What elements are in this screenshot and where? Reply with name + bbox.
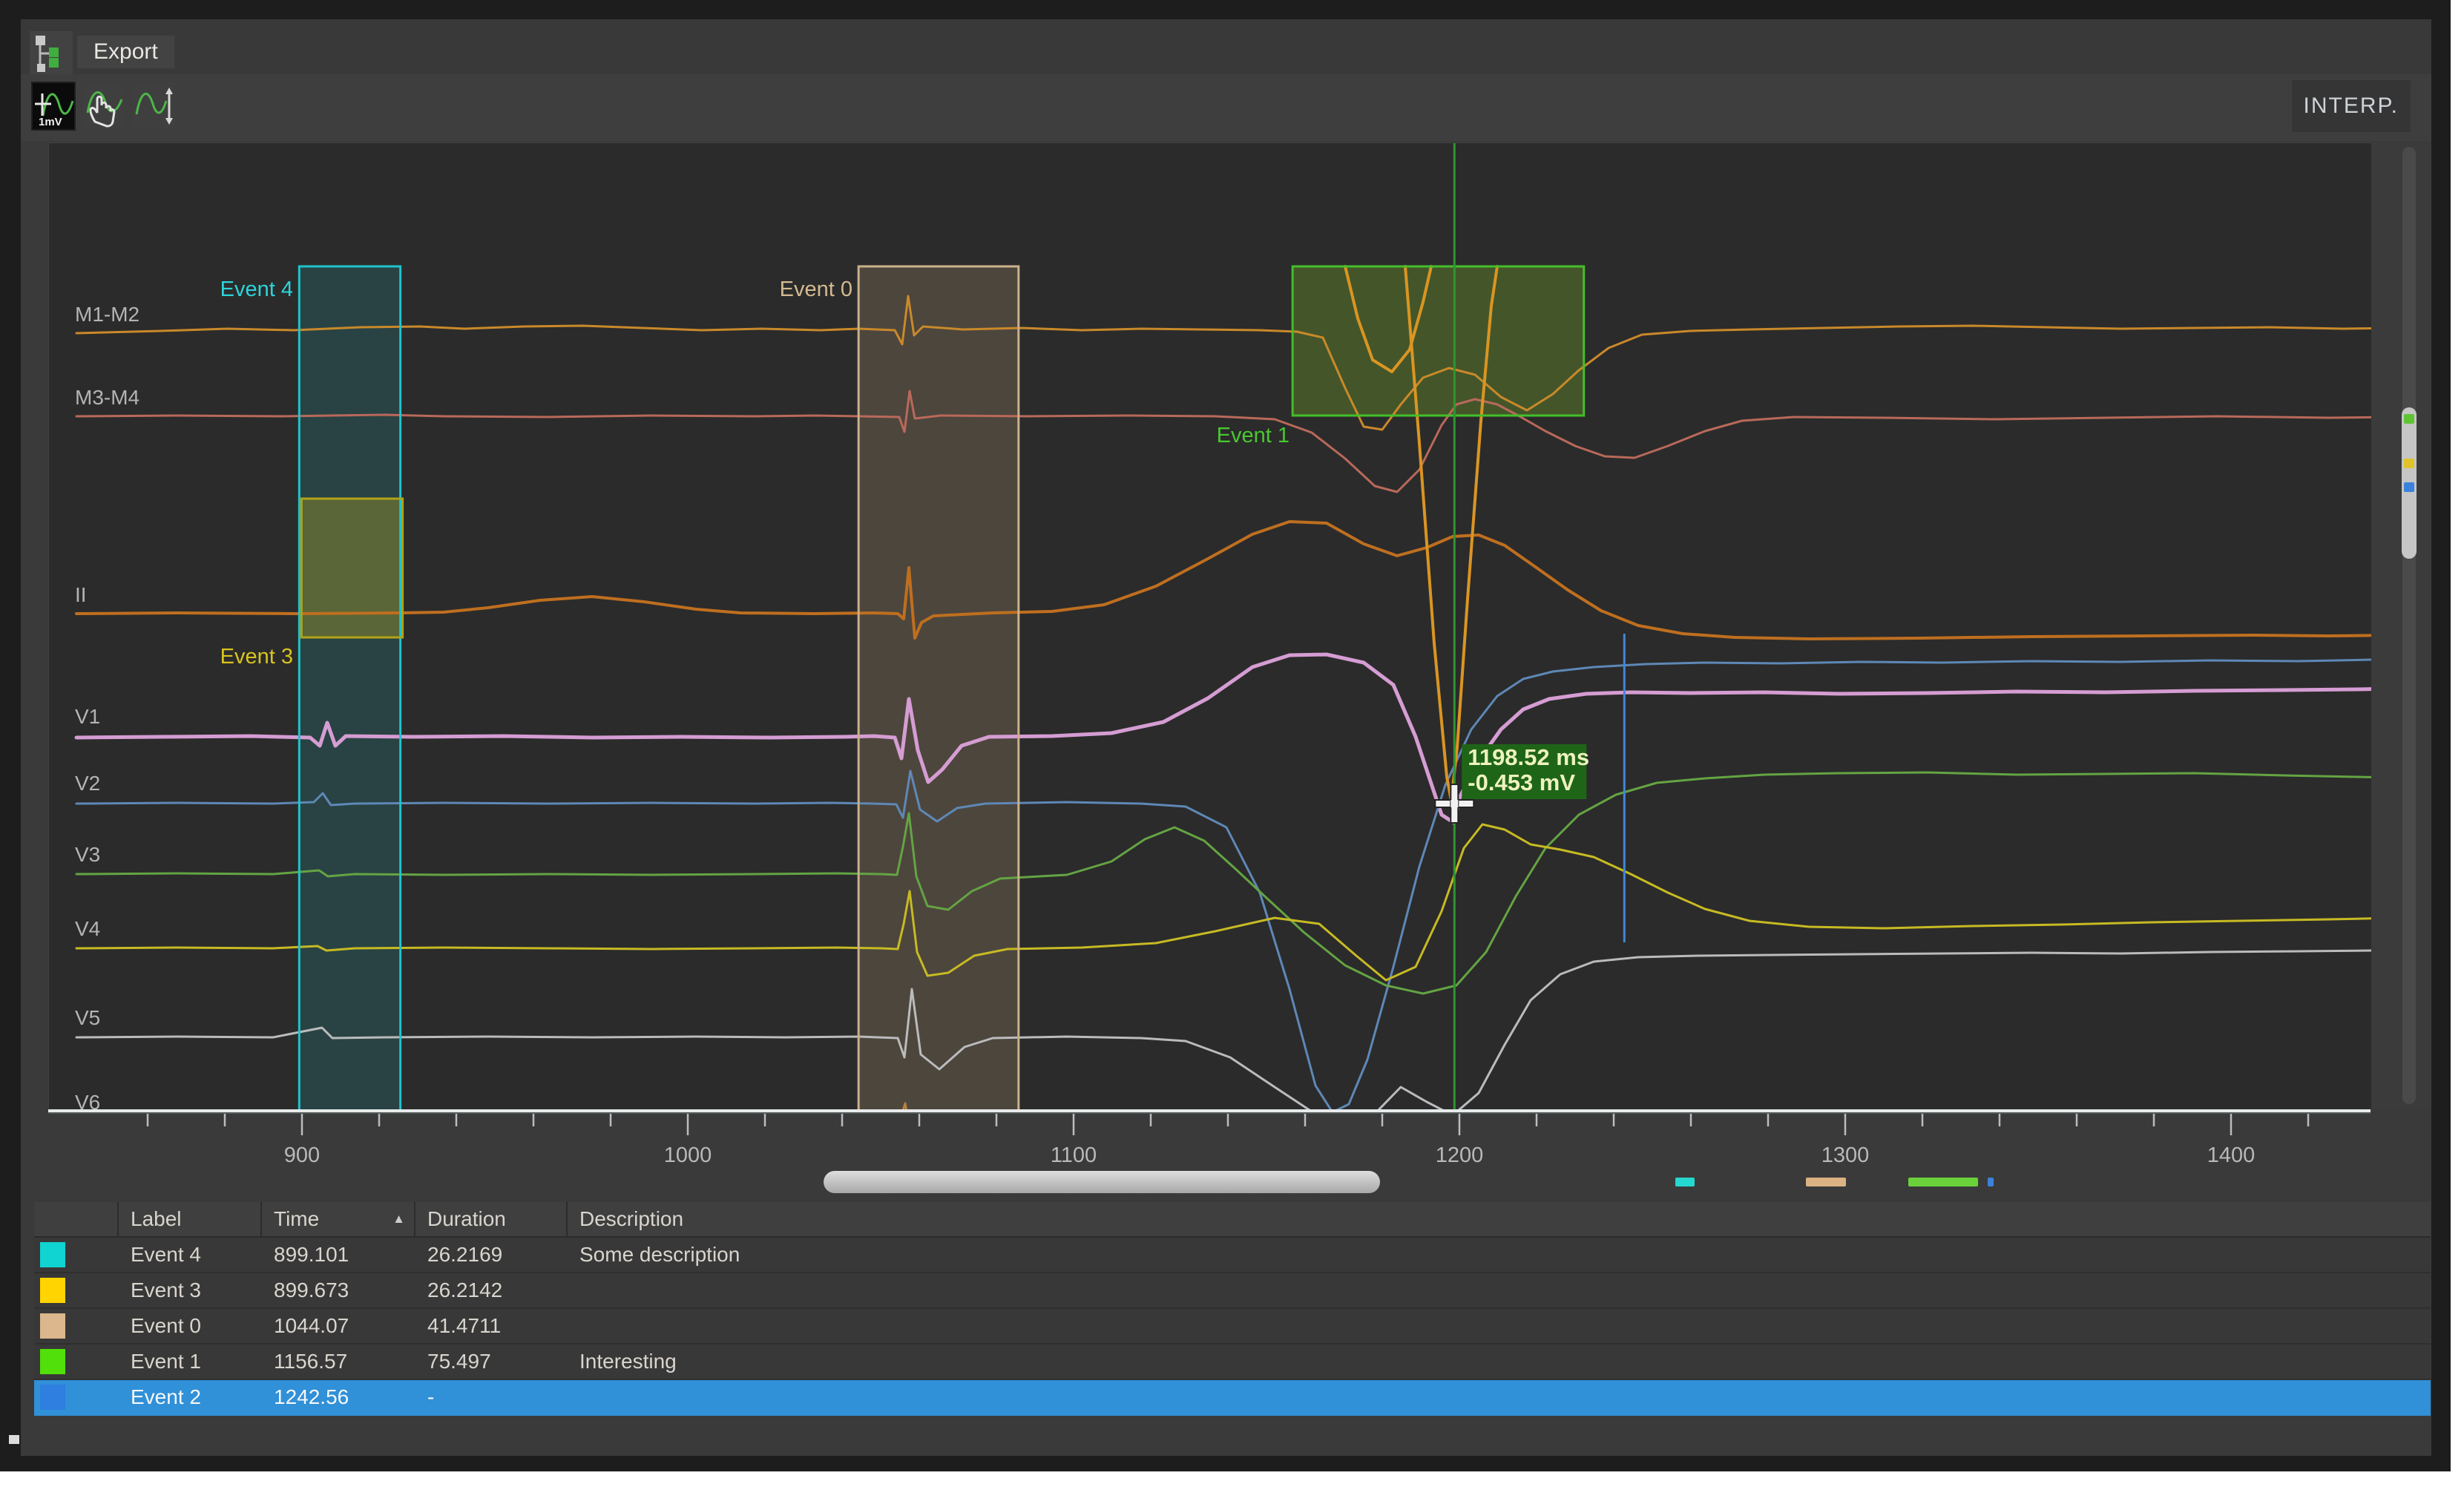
main-panel: Export 1mV INTERP. Event 4 Event 3 Event… bbox=[21, 19, 2431, 1456]
trace-V3 bbox=[75, 771, 2371, 995]
cell-description bbox=[568, 1380, 2431, 1414]
event0-region-fill[interactable] bbox=[858, 266, 1019, 1109]
event-table-body: Event 4 899.101 26.2169 Some description Eve… bbox=[34, 1238, 2431, 1416]
event-color-chip bbox=[40, 1313, 65, 1339]
event1-region-fill[interactable] bbox=[1292, 266, 1584, 416]
signal-plot[interactable]: Event 4Event 3Event 0Event 1Event 2M1-M2… bbox=[48, 142, 2372, 1110]
col-label[interactable]: Label bbox=[119, 1202, 262, 1236]
toolbtn-1mv-caption: 1mV bbox=[39, 116, 62, 128]
table-row[interactable]: Event 4 899.101 26.2169 Some description bbox=[34, 1238, 2431, 1273]
event3-label: Event 3 bbox=[220, 645, 293, 669]
channel-label-V4: V4 bbox=[75, 917, 100, 940]
channel-label-V6: V6 bbox=[75, 1091, 100, 1109]
event-color-chip bbox=[40, 1349, 65, 1374]
app-tree-icon[interactable] bbox=[30, 31, 73, 74]
cell-description bbox=[568, 1309, 2431, 1343]
trace-V1 bbox=[74, 652, 2371, 825]
table-row[interactable]: Event 3 899.673 26.2142 bbox=[34, 1273, 2431, 1309]
hscroll-event-mark bbox=[1806, 1178, 1846, 1186]
vertical-scrollbar-track[interactable] bbox=[2402, 147, 2416, 1104]
cell-time: 1044.07 bbox=[274, 1314, 349, 1337]
channel-label-M1-M2: M1-M2 bbox=[75, 303, 139, 326]
trace-V4 bbox=[75, 823, 2371, 982]
event1-label: Event 1 bbox=[1217, 424, 1290, 447]
sort-asc-icon: ▲ bbox=[392, 1212, 405, 1226]
hscroll-event-mark bbox=[1908, 1178, 1978, 1186]
table-row[interactable]: Event 2 1242.56 - bbox=[34, 1380, 2431, 1416]
cell-duration: - bbox=[427, 1385, 435, 1408]
tick-label: 1400 bbox=[2207, 1143, 2256, 1167]
resize-grip[interactable] bbox=[9, 1435, 19, 1444]
marker-tool-button[interactable]: 1mV bbox=[31, 82, 76, 131]
channel-label-V2: V2 bbox=[75, 772, 100, 795]
cell-duration: 26.2142 bbox=[427, 1278, 503, 1301]
cell-time: 1156.57 bbox=[274, 1350, 348, 1373]
vertical-scrollbar[interactable] bbox=[2371, 142, 2431, 1109]
tick-label: 1000 bbox=[664, 1143, 712, 1167]
hscroll-event-mark bbox=[1675, 1178, 1695, 1186]
horizontal-scrollbar-thumb[interactable] bbox=[824, 1171, 1994, 1193]
channel-label-V1: V1 bbox=[75, 705, 100, 728]
cell-label: Event 0 bbox=[131, 1314, 201, 1337]
pan-tool-button[interactable] bbox=[83, 83, 125, 129]
cell-time: 899.673 bbox=[274, 1278, 349, 1301]
toolbar: 1mV INTERP. bbox=[21, 74, 2431, 141]
horizontal-scrollbar[interactable] bbox=[21, 1168, 2431, 1202]
cursor-tooltip-line: -0.453 mV bbox=[1468, 769, 1575, 795]
tick-label: 1200 bbox=[1436, 1143, 1484, 1167]
cell-duration: 41.4711 bbox=[427, 1314, 502, 1337]
tick-label: 900 bbox=[284, 1143, 320, 1167]
crosshair-center bbox=[1451, 800, 1459, 807]
tick-label: 1300 bbox=[1821, 1143, 1870, 1167]
cursor-tooltip-line: 1198.52 ms bbox=[1468, 744, 1589, 770]
event-color-chip bbox=[40, 1278, 65, 1303]
col-time[interactable]: Time ▲ bbox=[262, 1202, 415, 1236]
col-swatch[interactable] bbox=[34, 1202, 119, 1236]
event4-label: Event 4 bbox=[220, 278, 293, 301]
amplitude-scale-tool-button[interactable] bbox=[134, 83, 175, 129]
cell-description: Interesting bbox=[579, 1350, 677, 1373]
cell-label: Event 1 bbox=[131, 1350, 201, 1373]
channel-label-V3: V3 bbox=[75, 843, 100, 866]
vscroll-event-mark bbox=[2404, 482, 2414, 492]
cell-duration: 26.2169 bbox=[427, 1243, 503, 1266]
event-table-header: Label Time ▲ Duration Description bbox=[34, 1202, 2431, 1238]
cell-description: Some description bbox=[579, 1243, 740, 1266]
interp-label: INTERP. bbox=[2291, 80, 2411, 132]
table-row[interactable]: Event 1 1156.57 75.497 Interesting bbox=[34, 1345, 2431, 1380]
cell-description bbox=[568, 1273, 2431, 1307]
vscroll-event-mark bbox=[2404, 414, 2414, 424]
tick-label: 1100 bbox=[1051, 1143, 1097, 1167]
cell-label: Event 2 bbox=[131, 1385, 201, 1408]
app-window: Export 1mV INTERP. Event 4 Event 3 Event… bbox=[0, 0, 2451, 1471]
channel-label-M3-M4: M3-M4 bbox=[75, 386, 139, 409]
event3-region-fill[interactable] bbox=[301, 499, 403, 637]
vscroll-event-mark bbox=[2404, 459, 2414, 468]
trace-II bbox=[75, 520, 2371, 640]
cell-label: Event 3 bbox=[131, 1278, 201, 1301]
col-duration[interactable]: Duration bbox=[415, 1202, 568, 1236]
event-color-chip bbox=[40, 1385, 65, 1410]
hscroll-event-mark bbox=[1988, 1178, 1994, 1186]
event-color-chip bbox=[40, 1242, 65, 1267]
trace-V5 bbox=[75, 949, 2371, 1109]
cell-duration: 75.497 bbox=[427, 1350, 491, 1373]
menubar: Export bbox=[21, 19, 2431, 74]
event-table: Label Time ▲ Duration Description Event 4… bbox=[34, 1202, 2431, 1416]
menu-export[interactable]: Export bbox=[77, 36, 174, 68]
event4-region-fill[interactable] bbox=[299, 266, 401, 1109]
time-axis: 900 1000 1100 1200 1300 1400 bbox=[48, 1109, 2371, 1167]
cell-label: Event 4 bbox=[131, 1243, 201, 1266]
trace-M1-M2 bbox=[75, 295, 2371, 431]
event0-label: Event 0 bbox=[780, 278, 852, 301]
channel-label-V5: V5 bbox=[75, 1006, 100, 1029]
cell-time: 899.101 bbox=[274, 1243, 349, 1266]
trace-V2 bbox=[75, 658, 2371, 1109]
channel-label-II: II bbox=[75, 583, 87, 606]
col-description[interactable]: Description bbox=[568, 1202, 2431, 1236]
cell-time: 1242.56 bbox=[274, 1385, 349, 1408]
table-row[interactable]: Event 0 1044.07 41.4711 bbox=[34, 1309, 2431, 1345]
